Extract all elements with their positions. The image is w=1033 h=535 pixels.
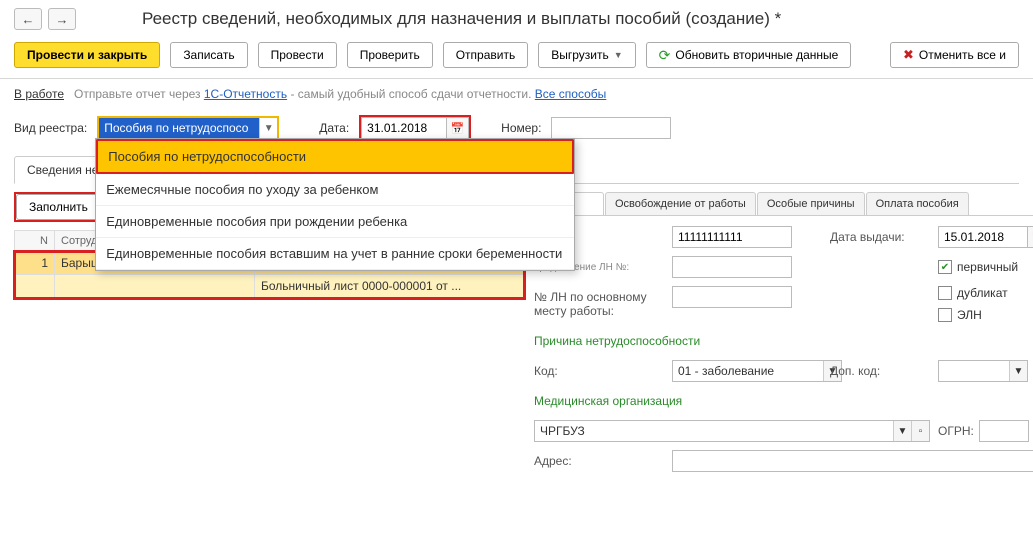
registry-type-dropdown: Пособия по нетрудоспособности Ежемесячны… [95, 138, 575, 271]
checkbox-icon [938, 308, 952, 322]
fill-button[interactable]: Заполнить [16, 194, 101, 220]
ogrn-input[interactable] [979, 420, 1029, 442]
cancel-all-button[interactable]: ✖ Отменить все и [890, 42, 1019, 68]
reason-section-head: Причина нетрудоспособности [534, 334, 1033, 348]
date-input[interactable] [361, 117, 447, 139]
export-button[interactable]: Выгрузить ▼ [538, 42, 635, 68]
registry-type-option[interactable]: Единовременные пособия вставшим на учет … [96, 238, 574, 270]
page-title: Реестр сведений, необходимых для назначе… [142, 9, 781, 29]
eln-checkbox[interactable]: ЭЛН [938, 308, 1033, 322]
address-label: Адрес: [534, 454, 664, 468]
number-label: Номер: [501, 121, 541, 135]
reason-code-select[interactable]: 01 - заболевание ▼ [672, 360, 842, 382]
number-input[interactable] [551, 117, 671, 139]
refresh-icon: ⟳ [659, 47, 671, 64]
issue-date-label: Дата выдачи: [830, 230, 930, 244]
ln-number-input[interactable] [672, 226, 792, 248]
chevron-down-icon: ▼ [893, 421, 911, 441]
registry-type-select[interactable]: Пособия по нетрудоспосо ▼ [97, 116, 279, 140]
code-label: Код: [534, 364, 664, 378]
date-label: Дата: [319, 121, 349, 135]
send-button[interactable]: Отправить [443, 42, 529, 68]
post-and-close-button[interactable]: Провести и закрыть [14, 42, 160, 68]
subtab-special[interactable]: Особые причины [757, 192, 865, 215]
subtab-release[interactable]: Освобождение от работы [605, 192, 756, 215]
nav-forward-button[interactable]: → [48, 8, 76, 30]
primary-checkbox[interactable]: ✔ первичный [938, 260, 1033, 274]
checkbox-icon [938, 286, 952, 300]
registry-type-option[interactable]: Ежемесячные пособия по уходу за ребенком [96, 174, 574, 206]
all-methods-link[interactable]: Все способы [535, 87, 607, 101]
chevron-down-icon: ▼ [1009, 361, 1027, 381]
refresh-secondary-button[interactable]: ⟳ Обновить вторичные данные [646, 42, 852, 68]
post-button[interactable]: Провести [258, 42, 337, 68]
checkbox-icon: ✔ [938, 260, 952, 274]
cancel-icon: ✖ [903, 47, 914, 63]
registry-type-option[interactable]: Пособия по нетрудоспособности [96, 139, 574, 174]
nav-back-button[interactable]: ← [14, 8, 42, 30]
addcode-label: Доп. код: [830, 364, 930, 378]
chevron-down-icon: ▼ [259, 118, 277, 138]
col-n: N [15, 231, 55, 252]
status-hint: Отправьте отчет через 1С-Отчетность - са… [74, 87, 606, 101]
med-section-head: Медицинская организация [534, 394, 1033, 408]
subtab-payment[interactable]: Оплата пособия [866, 192, 969, 215]
ln-main-input[interactable] [672, 286, 792, 308]
chevron-down-icon: ▼ [614, 50, 623, 60]
calendar-icon[interactable]: 📅 [1028, 226, 1033, 248]
add-code-select[interactable]: ▼ [938, 360, 1028, 382]
registry-type-label: Вид реестра: [14, 121, 87, 135]
table-row[interactable]: Больничный лист 0000-000001 от ... [15, 275, 524, 298]
calendar-icon[interactable]: 📅 [447, 117, 469, 139]
address-input[interactable] [672, 450, 1033, 472]
registry-type-option[interactable]: Единовременные пособия при рождении ребе… [96, 206, 574, 238]
reporting-link[interactable]: 1С-Отчетность [204, 87, 287, 101]
save-button[interactable]: Записать [170, 42, 247, 68]
ln-main-label: № ЛН по основному месту работы: [534, 290, 664, 318]
med-org-select[interactable]: ЧРГБУЗ ▼ ▫ [534, 420, 930, 442]
ogrn-label: ОГРН: [938, 424, 974, 438]
check-button[interactable]: Проверить [347, 42, 433, 68]
continuation-input[interactable] [672, 256, 792, 278]
open-icon[interactable]: ▫ [911, 421, 929, 441]
duplicate-checkbox[interactable]: дубликат [938, 286, 1033, 300]
issue-date-input[interactable] [938, 226, 1028, 248]
status-link[interactable]: В работе [14, 87, 64, 101]
